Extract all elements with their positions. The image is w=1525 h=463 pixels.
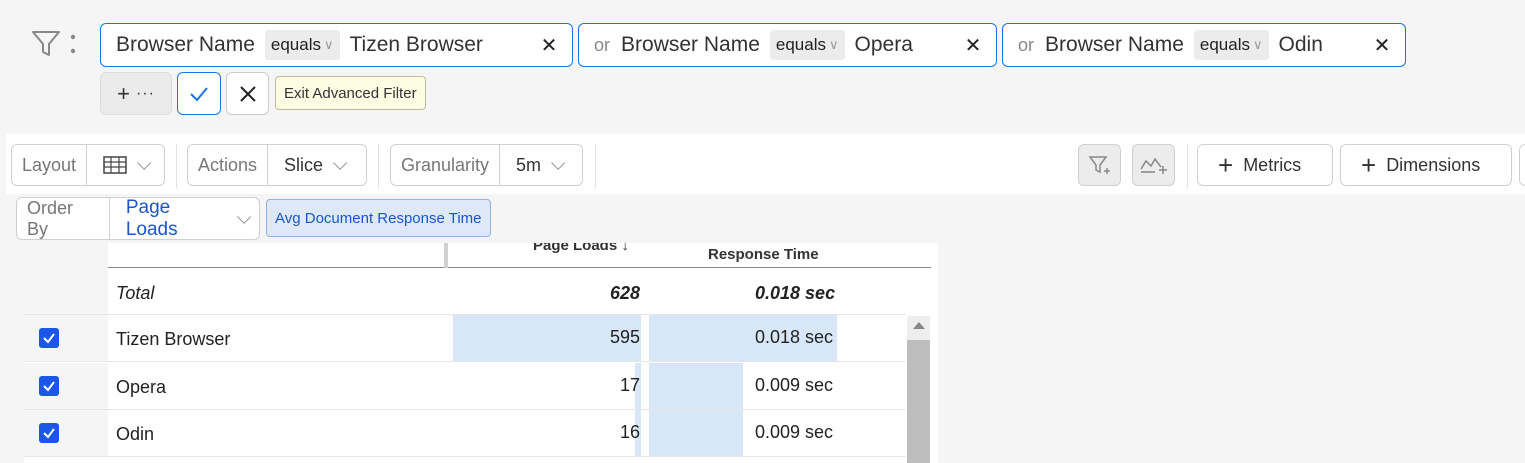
layout-selector[interactable]: Layout xyxy=(11,144,165,186)
row-response-time: 0.009 sec xyxy=(755,375,834,395)
table-layout-icon xyxy=(103,156,127,174)
row-checkbox[interactable] xyxy=(39,423,59,443)
row-checkbox[interactable] xyxy=(39,328,59,348)
filter-field: Browser Name xyxy=(621,33,760,56)
check-icon xyxy=(43,381,55,392)
filter-value: Odin xyxy=(1278,33,1323,56)
close-icon xyxy=(239,85,256,102)
table-row[interactable]: Odin 16 0.009 sec xyxy=(24,410,906,457)
row-page-loads: 17 xyxy=(619,375,640,395)
row-page-loads: 595 xyxy=(609,327,640,347)
toolbar: Layout Actions Slice Granularity 5m + Me… xyxy=(6,134,1525,194)
row-response-time: 0.009 sec xyxy=(755,422,834,442)
filter-chip[interactable]: or Browser Name equals ∨ Odin ✕ xyxy=(1002,23,1406,67)
filter-operator[interactable]: equals ∨ xyxy=(1193,30,1269,60)
more-icon: ··· xyxy=(135,84,155,102)
chart-plus-icon xyxy=(1139,157,1167,174)
chevron-down-icon xyxy=(237,209,252,224)
total-page-loads: 628 xyxy=(609,283,640,303)
table-row[interactable]: Tizen Browser 595 0.018 sec xyxy=(24,315,906,362)
dimensions-label: Dimensions xyxy=(1386,154,1481,175)
column-header-response-time[interactable]: Response Time xyxy=(708,246,819,263)
filter-menu[interactable] xyxy=(30,28,76,60)
order-by-label: Order By xyxy=(17,198,110,239)
column-header-page-loads[interactable]: Page Loads ↓ xyxy=(533,243,629,254)
row-response-time: 0.018 sec xyxy=(755,327,834,347)
actions-value: Slice xyxy=(284,154,324,175)
chevron-down-icon xyxy=(551,155,566,170)
total-response-time: 0.018 sec xyxy=(755,283,836,303)
add-dimensions-button[interactable]: + Dimensions xyxy=(1340,144,1512,186)
add-filter-icon-button[interactable] xyxy=(1078,144,1121,186)
plus-icon: + xyxy=(1218,150,1234,180)
apply-filter-button[interactable] xyxy=(177,72,221,115)
layout-label: Layout xyxy=(12,145,88,185)
granularity-label: Granularity xyxy=(391,145,501,185)
filter-plus-icon xyxy=(1088,156,1110,174)
filter-field: Browser Name xyxy=(116,33,255,56)
add-filter-button[interactable]: + ··· xyxy=(100,72,172,115)
filter-chip[interactable]: Browser Name equals ∨ Tizen Browser ✕ xyxy=(100,23,573,67)
plus-icon: + xyxy=(117,80,130,106)
close-icon[interactable]: ✕ xyxy=(1371,33,1393,58)
add-metrics-button[interactable]: + Metrics xyxy=(1197,144,1333,186)
check-icon xyxy=(43,333,55,344)
column-resize-handle[interactable] xyxy=(444,243,448,268)
filter-connector: or xyxy=(1018,34,1035,55)
table-header: Page Loads ↓ Response Time xyxy=(24,243,931,268)
vertical-dots-icon xyxy=(70,34,76,54)
filter-icon xyxy=(32,31,60,56)
table-scrollbar[interactable] xyxy=(907,316,930,463)
granularity-selector[interactable]: Granularity 5m xyxy=(390,144,583,186)
total-row: Total 628 0.018 sec xyxy=(24,268,906,315)
chevron-down-icon xyxy=(137,155,152,170)
order-by-value: Page Loads xyxy=(125,196,178,240)
table-row[interactable]: Opera 17 0.009 sec xyxy=(24,363,906,410)
add-chart-icon-button[interactable] xyxy=(1132,144,1175,186)
row-browser-name: Odin xyxy=(116,424,155,444)
filter-value: Opera xyxy=(854,33,913,56)
scroll-up-icon[interactable] xyxy=(913,322,925,329)
actions-label: Actions xyxy=(188,145,269,185)
secondary-order-chip[interactable]: Avg Document Response Time xyxy=(266,199,491,237)
chevron-down-icon: ∨ xyxy=(829,37,839,52)
exit-advanced-filter-tooltip: Exit Advanced Filter xyxy=(275,76,426,110)
chevron-down-icon xyxy=(333,155,348,170)
chevron-down-icon: ∨ xyxy=(1253,37,1263,52)
total-label: Total xyxy=(116,283,155,303)
check-icon xyxy=(43,428,55,439)
order-by-selector[interactable]: Order By Page Loads xyxy=(16,197,260,240)
row-checkbox[interactable] xyxy=(39,376,59,396)
filter-value: Tizen Browser xyxy=(349,33,483,56)
row-browser-name: Tizen Browser xyxy=(116,329,231,349)
check-icon xyxy=(190,86,208,101)
chevron-down-icon: ∨ xyxy=(323,37,334,52)
granularity-value: 5m xyxy=(516,154,542,175)
response-time-bar xyxy=(649,363,743,409)
data-table: Page Loads ↓ Response Time Total 628 0.0… xyxy=(24,243,938,463)
row-browser-name: Opera xyxy=(116,377,167,397)
filter-chip[interactable]: or Browser Name equals ∨ Opera ✕ xyxy=(578,23,997,67)
close-icon[interactable]: ✕ xyxy=(538,33,560,58)
scrollbar-thumb[interactable] xyxy=(907,340,930,463)
filter-field: Browser Name xyxy=(1045,33,1184,56)
filter-operator[interactable]: equals ∨ xyxy=(264,30,340,60)
filter-operator[interactable]: equals ∨ xyxy=(769,30,845,60)
overflow-button[interactable] xyxy=(1519,144,1525,186)
close-icon[interactable]: ✕ xyxy=(962,33,984,58)
actions-selector[interactable]: Actions Slice xyxy=(187,144,367,186)
row-page-loads: 16 xyxy=(619,422,640,442)
plus-icon: + xyxy=(1361,150,1377,180)
metrics-label: Metrics xyxy=(1243,154,1302,175)
response-time-bar xyxy=(649,410,743,456)
cancel-filter-button[interactable] xyxy=(226,72,269,115)
filter-connector: or xyxy=(594,34,611,55)
